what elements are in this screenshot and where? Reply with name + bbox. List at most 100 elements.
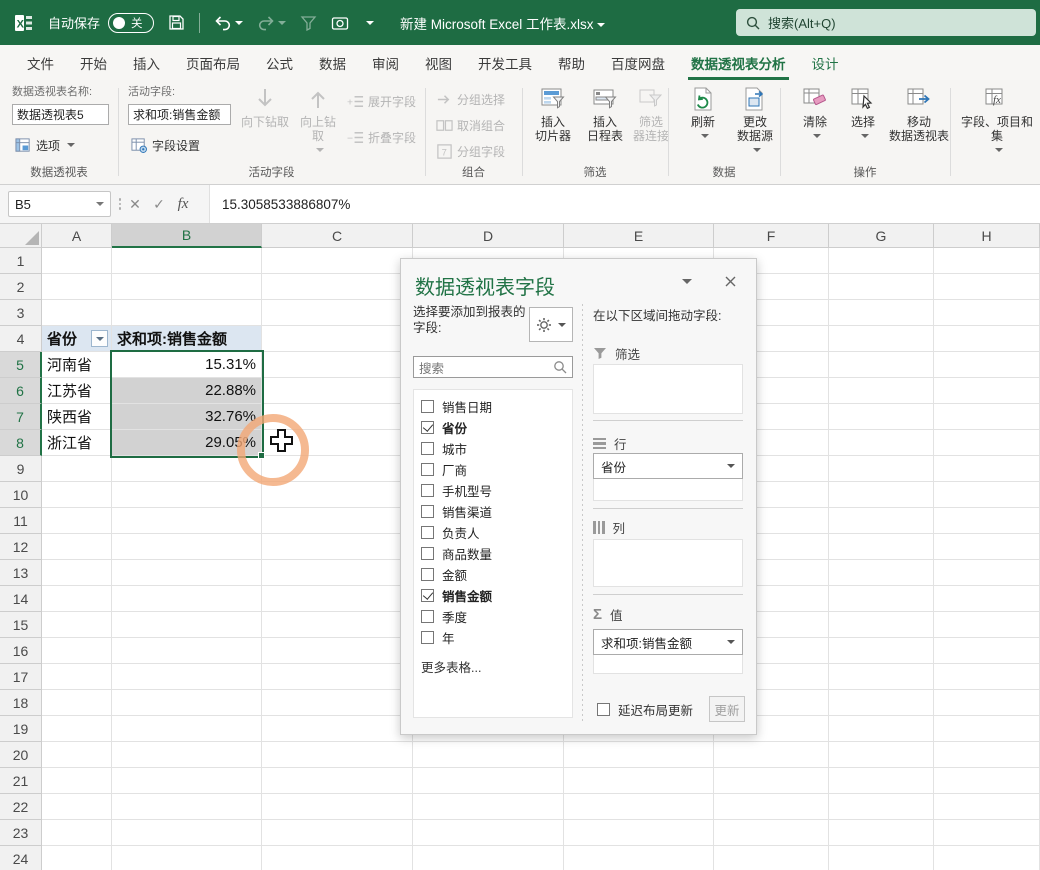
grid-cell[interactable] bbox=[262, 560, 413, 586]
ungroup-button[interactable]: 取消组合 bbox=[433, 114, 508, 136]
change-data-source-button[interactable]: 更改 数据源 bbox=[728, 84, 782, 157]
field-checkbox[interactable] bbox=[421, 462, 434, 476]
panel-options-icon[interactable] bbox=[682, 279, 692, 289]
grid-cell[interactable] bbox=[829, 612, 934, 638]
grid-cell[interactable] bbox=[42, 456, 112, 482]
grid-cell[interactable] bbox=[564, 820, 714, 846]
search-input[interactable]: 搜索(Alt+Q) bbox=[736, 9, 1036, 36]
move-pivottable-button[interactable]: 移动 数据透视表 bbox=[888, 84, 950, 143]
field-item-3[interactable]: 厂商 bbox=[421, 459, 467, 479]
grid-cell[interactable] bbox=[934, 768, 1040, 794]
row-header-19[interactable]: 19 bbox=[0, 716, 42, 742]
grid-cell[interactable] bbox=[934, 612, 1040, 638]
cancel-button[interactable]: ✕ bbox=[123, 196, 147, 213]
pivot-name-input[interactable]: 数据透视表5 bbox=[12, 104, 109, 125]
grid-cell[interactable] bbox=[262, 690, 413, 716]
redo-button[interactable] bbox=[257, 15, 287, 31]
grid-cell[interactable] bbox=[829, 768, 934, 794]
field-item-8[interactable]: 金额 bbox=[421, 564, 467, 584]
grid-cell[interactable] bbox=[42, 482, 112, 508]
field-item-6[interactable]: 负责人 bbox=[421, 522, 480, 542]
grid-cell[interactable] bbox=[564, 794, 714, 820]
ribbon-tab-7[interactable]: 视图 bbox=[412, 45, 465, 80]
grid-cell[interactable] bbox=[829, 820, 934, 846]
row-header-11[interactable]: 11 bbox=[0, 508, 42, 534]
drill-up-button[interactable]: 向上钻 取 bbox=[294, 84, 342, 157]
active-field-input[interactable]: 求和项:销售金额 bbox=[128, 104, 231, 125]
grid-cell[interactable] bbox=[829, 352, 934, 378]
grid-cell[interactable] bbox=[42, 586, 112, 612]
columns-drop-area[interactable] bbox=[593, 539, 743, 587]
grid-cell[interactable] bbox=[934, 638, 1040, 664]
grid-cell[interactable] bbox=[829, 846, 934, 870]
ribbon-tab-4[interactable]: 公式 bbox=[253, 45, 306, 80]
field-checkbox[interactable] bbox=[421, 441, 434, 455]
row-header-13[interactable]: 13 bbox=[0, 560, 42, 586]
field-item-10[interactable]: 季度 bbox=[421, 606, 467, 626]
row-header-1[interactable]: 1 bbox=[0, 248, 42, 274]
field-checkbox[interactable] bbox=[421, 630, 434, 644]
grid-cell[interactable] bbox=[112, 274, 262, 300]
grid-cell[interactable] bbox=[934, 248, 1040, 274]
grid-cell[interactable] bbox=[829, 456, 934, 482]
grid-cell[interactable] bbox=[112, 742, 262, 768]
field-checkbox[interactable] bbox=[421, 504, 434, 518]
grid-cell[interactable] bbox=[262, 664, 413, 690]
grid-cell[interactable] bbox=[829, 378, 934, 404]
ribbon-tab-10[interactable]: 百度网盘 bbox=[598, 45, 678, 80]
grid-cell[interactable] bbox=[829, 794, 934, 820]
undo-button[interactable] bbox=[214, 15, 244, 31]
field-item-7[interactable]: 商品数量 bbox=[421, 543, 492, 563]
grid-cell[interactable] bbox=[934, 742, 1040, 768]
qat-more-button[interactable] bbox=[363, 19, 375, 27]
grid-cell[interactable] bbox=[829, 508, 934, 534]
grid-cell[interactable] bbox=[829, 404, 934, 430]
filter-quick-button[interactable] bbox=[300, 15, 317, 31]
grid-cell[interactable] bbox=[42, 716, 112, 742]
grid-cell[interactable] bbox=[262, 612, 413, 638]
grid-cell[interactable] bbox=[829, 326, 934, 352]
grid-cell[interactable] bbox=[42, 248, 112, 274]
document-title[interactable]: 新建 Microsoft Excel 工作表.xlsx bbox=[400, 13, 605, 33]
fields-items-sets-button[interactable]: fx 字段、项目和 集 bbox=[958, 84, 1036, 157]
grid-cell[interactable] bbox=[262, 768, 413, 794]
grid-cell[interactable] bbox=[112, 768, 262, 794]
grid-cell[interactable] bbox=[42, 664, 112, 690]
column-header-H[interactable]: H bbox=[934, 224, 1040, 248]
grid-cell[interactable] bbox=[934, 716, 1040, 742]
grid-cell[interactable] bbox=[262, 508, 413, 534]
column-header-B[interactable]: B bbox=[112, 224, 262, 248]
grid-cell[interactable] bbox=[564, 768, 714, 794]
grid-cell[interactable] bbox=[262, 248, 413, 274]
save-button[interactable] bbox=[168, 14, 185, 31]
grid-cell[interactable] bbox=[714, 846, 829, 870]
grid-cell[interactable] bbox=[112, 716, 262, 742]
grid-cell[interactable] bbox=[934, 274, 1040, 300]
grid-cell[interactable] bbox=[829, 690, 934, 716]
grid-cell[interactable] bbox=[262, 638, 413, 664]
filter-connections-button[interactable]: 筛选 器连接 bbox=[630, 84, 672, 143]
grid-cell[interactable] bbox=[714, 794, 829, 820]
row-header-22[interactable]: 22 bbox=[0, 794, 42, 820]
column-header-E[interactable]: E bbox=[564, 224, 714, 248]
rows-field-chip[interactable]: 省份 bbox=[593, 453, 743, 479]
grid-cell[interactable] bbox=[934, 430, 1040, 456]
grid-cell[interactable] bbox=[934, 820, 1040, 846]
field-item-11[interactable]: 年 bbox=[421, 627, 455, 647]
camera-button[interactable] bbox=[331, 15, 349, 31]
grid-cell[interactable] bbox=[112, 508, 262, 534]
ribbon-tab-2[interactable]: 插入 bbox=[120, 45, 173, 80]
field-item-5[interactable]: 销售渠道 bbox=[421, 501, 492, 521]
ribbon-tab-12[interactable]: 设计 bbox=[799, 45, 852, 80]
update-button[interactable]: 更新 bbox=[709, 696, 745, 722]
grid-cell[interactable] bbox=[262, 352, 413, 378]
close-icon[interactable] bbox=[719, 271, 741, 291]
grid-cell[interactable] bbox=[42, 508, 112, 534]
ribbon-tab-11[interactable]: 数据透视表分析 bbox=[678, 45, 799, 80]
grid-cell[interactable] bbox=[262, 846, 413, 870]
grid-cell[interactable] bbox=[112, 560, 262, 586]
defer-checkbox[interactable] bbox=[597, 703, 610, 716]
grid-cell[interactable] bbox=[934, 794, 1040, 820]
grid-cell[interactable] bbox=[112, 300, 262, 326]
ribbon-tab-6[interactable]: 审阅 bbox=[359, 45, 412, 80]
